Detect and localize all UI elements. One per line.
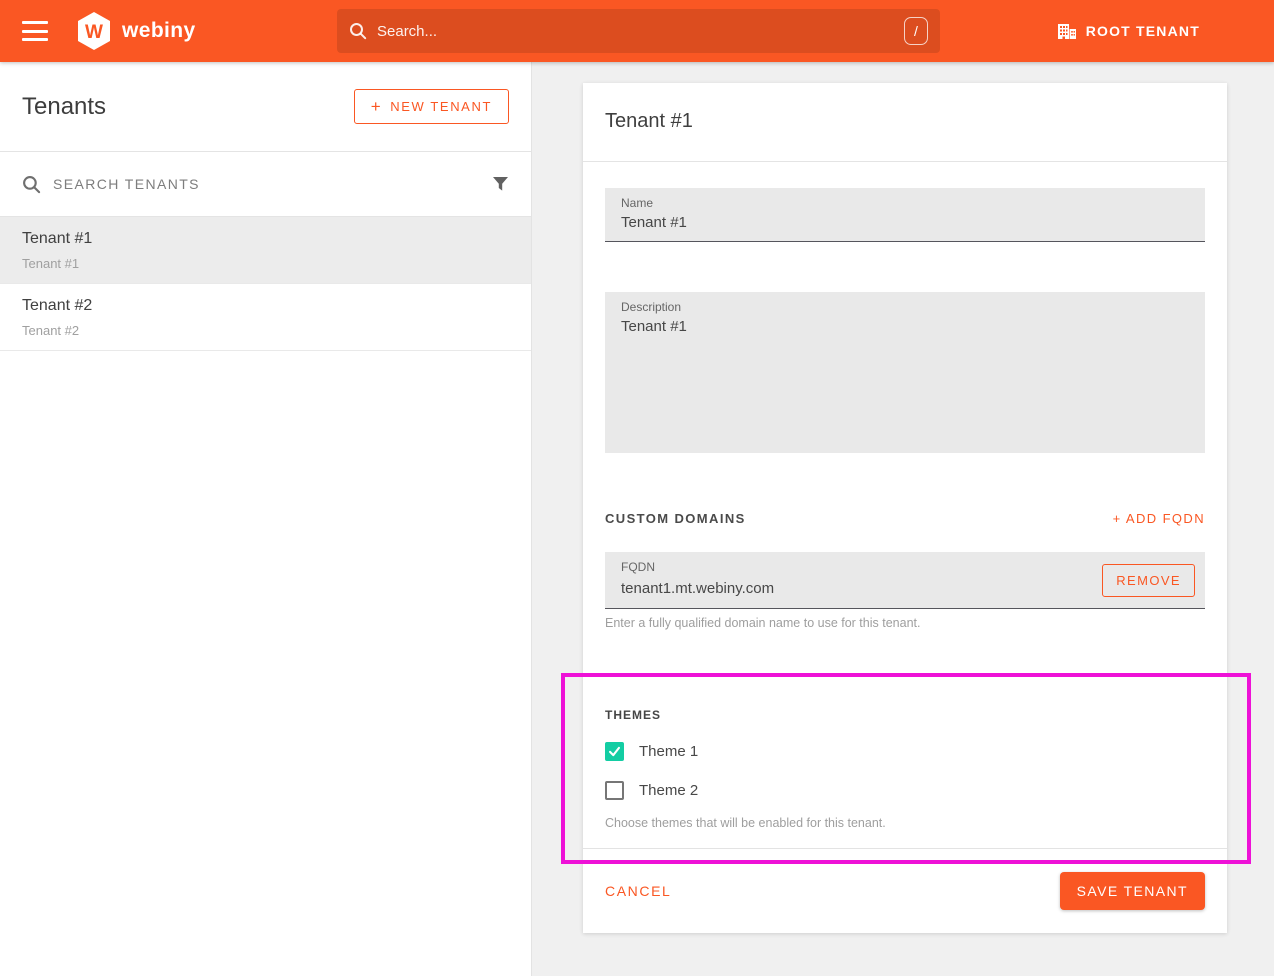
tenant-search-bar: [0, 152, 531, 217]
plus-icon: +: [371, 100, 383, 113]
fqdn-helper-text: Enter a fully qualified domain name to u…: [605, 616, 1205, 630]
themes-helper-text: Choose themes that will be enabled for t…: [605, 816, 1205, 830]
tenant-selector[interactable]: ROOT TENANT: [1057, 22, 1200, 41]
cancel-button[interactable]: CANCEL: [605, 875, 671, 907]
tenant-list-item[interactable]: Tenant #1 Tenant #1: [0, 217, 531, 284]
page-title: Tenants: [22, 93, 106, 121]
tenant-selector-label: ROOT TENANT: [1086, 23, 1200, 39]
name-field: Name: [605, 188, 1205, 242]
filter-icon[interactable]: [492, 176, 509, 192]
description-field: Description Tenant #1: [605, 292, 1205, 453]
fqdn-field-label: FQDN: [621, 560, 655, 574]
tenants-list-panel: Tenants + NEW TENANT Tenant #1 Tenant #1…: [0, 62, 532, 976]
slash-shortcut-badge: /: [904, 17, 928, 45]
name-input[interactable]: [605, 188, 1205, 241]
description-field-label: Description: [621, 300, 681, 314]
theme-2-checkbox[interactable]: [605, 781, 624, 800]
theme-option-label[interactable]: Theme 1: [639, 743, 698, 760]
brand-name: webiny: [122, 19, 196, 43]
fqdn-input[interactable]: [605, 554, 1102, 607]
webiny-logo: W webiny: [76, 11, 196, 51]
fqdn-field: FQDN REMOVE: [605, 552, 1205, 609]
checkmark-icon: [608, 745, 621, 758]
theme-option-row[interactable]: Theme 1: [605, 742, 698, 761]
svg-text:W: W: [85, 22, 103, 43]
theme-1-checkbox[interactable]: [605, 742, 624, 761]
global-search[interactable]: /: [337, 9, 940, 53]
tenant-item-title: Tenant #1: [22, 230, 509, 248]
remove-fqdn-button[interactable]: REMOVE: [1102, 564, 1195, 597]
search-icon: [22, 175, 41, 194]
add-fqdn-button[interactable]: + ADD FQDN: [1113, 511, 1205, 526]
themes-heading: THEMES: [605, 708, 1205, 722]
new-tenant-button[interactable]: + NEW TENANT: [354, 89, 509, 124]
new-tenant-button-label: NEW TENANT: [390, 99, 492, 114]
description-input[interactable]: Tenant #1: [605, 292, 1205, 453]
theme-option-label[interactable]: Theme 2: [639, 782, 698, 799]
tenant-form-title: Tenant #1: [605, 110, 1205, 133]
user-avatar[interactable]: [1222, 13, 1258, 49]
tenant-item-subtitle: Tenant #2: [22, 323, 509, 338]
tenant-item-title: Tenant #2: [22, 297, 509, 315]
search-icon: [349, 22, 367, 40]
name-field-label: Name: [621, 196, 653, 210]
menu-icon[interactable]: [22, 21, 48, 41]
theme-option-row[interactable]: Theme 2: [605, 781, 698, 800]
global-search-input[interactable]: [377, 23, 904, 40]
tenant-details-card: Tenant #1 Name Description Tenant #1 CUS…: [583, 83, 1227, 933]
tenant-item-subtitle: Tenant #1: [22, 256, 509, 271]
topbar: W webiny / ROOT T: [0, 0, 1274, 62]
tenant-list-item[interactable]: Tenant #2 Tenant #2: [0, 284, 531, 351]
save-tenant-button[interactable]: SAVE TENANT: [1060, 872, 1205, 910]
webiny-hexagon-icon: W: [76, 11, 112, 51]
building-icon: [1057, 22, 1077, 41]
tenant-search-input[interactable]: [53, 176, 480, 192]
custom-domains-heading: CUSTOM DOMAINS: [605, 511, 746, 526]
